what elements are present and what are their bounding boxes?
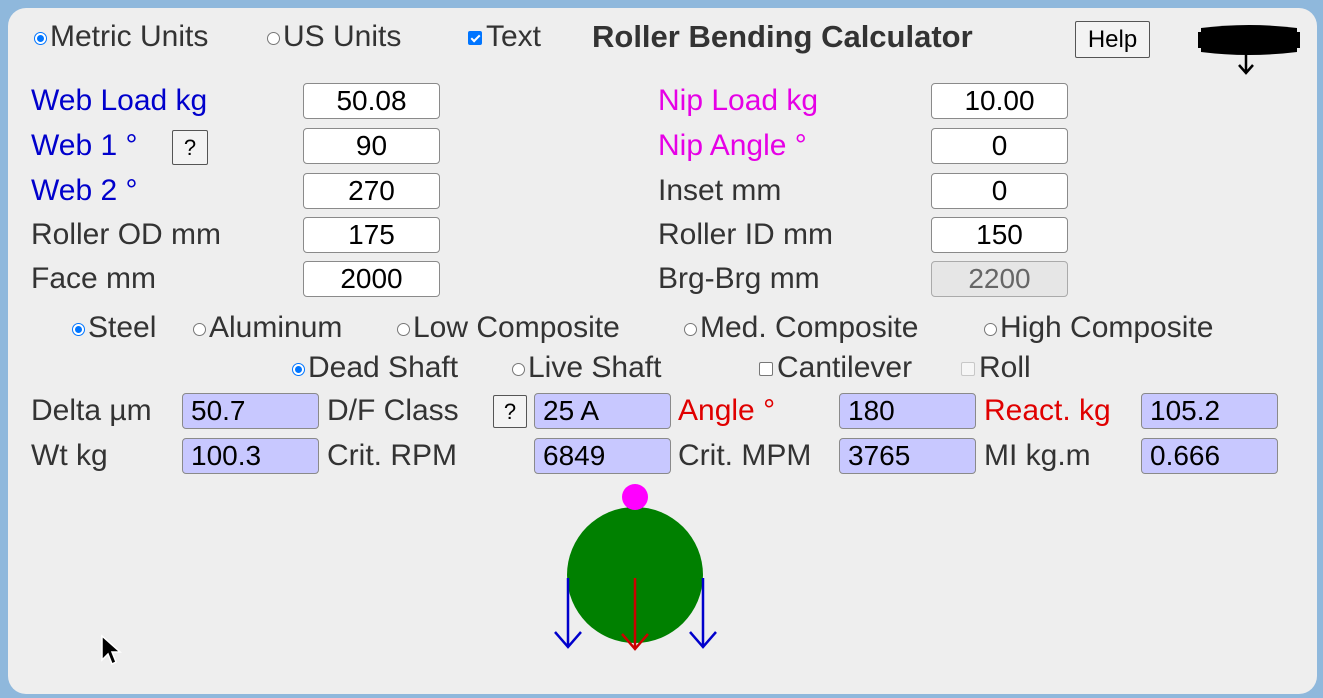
material-low-composite-option[interactable]: Low Composite bbox=[397, 311, 620, 345]
material-aluminum-option[interactable]: Aluminum bbox=[193, 311, 342, 345]
reaction-label: React. kg bbox=[984, 394, 1111, 427]
face-label: Face mm bbox=[31, 262, 157, 295]
inset-input[interactable] bbox=[931, 173, 1068, 209]
crit-rpm-label: Crit. RPM bbox=[327, 439, 457, 472]
nip-load-input[interactable] bbox=[931, 83, 1068, 119]
reaction-output: 105.2 bbox=[1141, 393, 1278, 429]
df-class-output: 25 A bbox=[534, 393, 671, 429]
crit-mpm-label: Crit. MPM bbox=[678, 439, 812, 472]
roll-option: Roll bbox=[961, 351, 1031, 385]
material-steel-option[interactable]: Steel bbox=[72, 311, 156, 345]
web-load-label: Web Load kg bbox=[31, 84, 208, 117]
inset-label: Inset mm bbox=[658, 174, 782, 207]
live-shaft-option[interactable]: Live Shaft bbox=[512, 351, 661, 385]
live-shaft-label: Live Shaft bbox=[528, 351, 662, 384]
material-steel-label: Steel bbox=[88, 311, 157, 344]
crit-rpm-output: 6849 bbox=[534, 438, 671, 474]
web-1-input[interactable] bbox=[303, 128, 440, 164]
df-class-label: D/F Class bbox=[327, 394, 459, 427]
material-med-composite-option[interactable]: Med. Composite bbox=[684, 311, 918, 345]
mouse-cursor-icon bbox=[101, 634, 122, 666]
material-high-composite-option[interactable]: High Composite bbox=[984, 311, 1213, 345]
material-med-composite-radio[interactable] bbox=[684, 322, 697, 336]
web-1-help-button[interactable]: ? bbox=[172, 130, 208, 165]
cantilever-label: Cantilever bbox=[777, 351, 913, 384]
dead-shaft-label: Dead Shaft bbox=[308, 351, 459, 384]
roller-od-label: Roller OD mm bbox=[31, 218, 222, 251]
metric-units-label: Metric Units bbox=[50, 20, 209, 53]
text-toggle-option[interactable]: Text bbox=[468, 20, 541, 54]
nip-load-label: Nip Load kg bbox=[658, 84, 819, 117]
roller-id-input[interactable] bbox=[931, 217, 1068, 253]
crit-mpm-output: 3765 bbox=[839, 438, 976, 474]
web-2-input[interactable] bbox=[303, 173, 440, 209]
roller-id-label: Roller ID mm bbox=[658, 218, 834, 251]
dead-shaft-radio[interactable] bbox=[292, 362, 305, 376]
roller-profile-icon bbox=[1198, 25, 1300, 75]
web-1-label: Web 1 ° bbox=[31, 129, 138, 162]
text-toggle-checkbox[interactable] bbox=[468, 31, 482, 45]
cantilever-option[interactable]: Cantilever bbox=[759, 351, 912, 385]
angle-output: 180 bbox=[839, 393, 976, 429]
mi-output: 0.666 bbox=[1141, 438, 1278, 474]
us-units-label: US Units bbox=[283, 20, 402, 53]
web-2-label: Web 2 ° bbox=[31, 174, 138, 207]
material-low-composite-label: Low Composite bbox=[413, 311, 620, 344]
roll-checkbox bbox=[961, 362, 975, 376]
live-shaft-radio[interactable] bbox=[512, 362, 525, 376]
text-toggle-label: Text bbox=[486, 20, 542, 53]
us-units-radio[interactable] bbox=[267, 31, 280, 45]
roller-diagram bbox=[554, 484, 717, 651]
material-aluminum-label: Aluminum bbox=[209, 311, 343, 344]
nip-angle-input[interactable] bbox=[931, 128, 1068, 164]
mi-label: MI kg.m bbox=[984, 439, 1091, 472]
nip-angle-label: Nip Angle ° bbox=[658, 129, 807, 162]
weight-label: Wt kg bbox=[31, 439, 108, 472]
brg-brg-label: Brg-Brg mm bbox=[658, 262, 820, 295]
angle-label: Angle ° bbox=[678, 394, 776, 427]
face-input[interactable] bbox=[303, 261, 440, 297]
us-units-option[interactable]: US Units bbox=[267, 20, 401, 54]
metric-units-radio[interactable] bbox=[34, 31, 47, 45]
delta-label: Delta µm bbox=[31, 394, 152, 427]
roll-label: Roll bbox=[979, 351, 1031, 384]
dead-shaft-option[interactable]: Dead Shaft bbox=[292, 351, 458, 385]
cantilever-checkbox[interactable] bbox=[759, 362, 773, 376]
df-class-help-button[interactable]: ? bbox=[493, 395, 527, 428]
page-title: Roller Bending Calculator bbox=[592, 19, 973, 54]
metric-units-option[interactable]: Metric Units bbox=[34, 20, 208, 54]
material-high-composite-radio[interactable] bbox=[984, 322, 997, 336]
nip-indicator bbox=[622, 484, 648, 510]
roller-od-input[interactable] bbox=[303, 217, 440, 253]
material-aluminum-radio[interactable] bbox=[193, 322, 206, 336]
brg-brg-input bbox=[931, 261, 1068, 297]
material-steel-radio[interactable] bbox=[72, 322, 85, 336]
help-button[interactable]: Help bbox=[1075, 21, 1150, 58]
material-low-composite-radio[interactable] bbox=[397, 322, 410, 336]
web-load-input[interactable] bbox=[303, 83, 440, 119]
material-med-composite-label: Med. Composite bbox=[700, 311, 919, 344]
delta-output: 50.7 bbox=[182, 393, 319, 429]
weight-output: 100.3 bbox=[182, 438, 319, 474]
material-high-composite-label: High Composite bbox=[1000, 311, 1214, 344]
